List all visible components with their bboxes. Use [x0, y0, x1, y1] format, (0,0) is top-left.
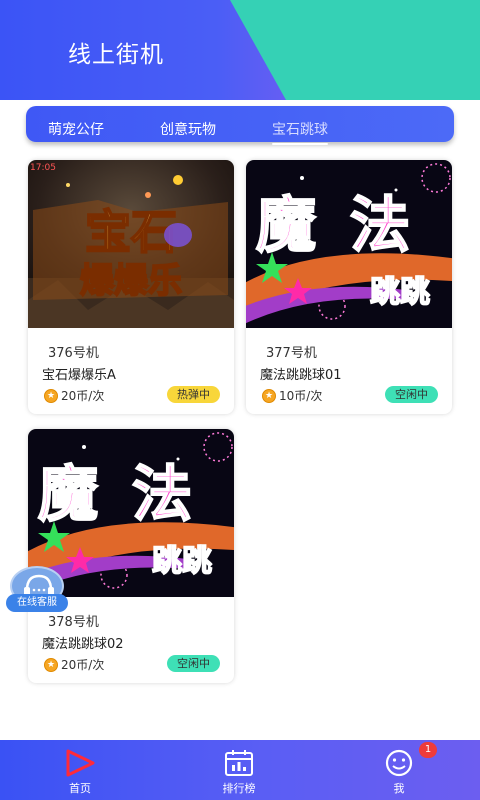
machine-name: 魔法跳跳球02 [42, 637, 124, 652]
thumb-text-magic2: 法 [350, 191, 410, 261]
thumb-timestamp: 17:05 [30, 163, 56, 173]
nav-home-label: 首页 [69, 782, 91, 795]
price-text: 10币/次 [279, 389, 323, 403]
machine-thumbnail: 宝石 爆爆乐 17:05 [28, 160, 234, 328]
machine-number: 376号机 [48, 346, 99, 361]
machine-number: 377号机 [266, 346, 317, 361]
nav-ranking-label: 排行榜 [222, 782, 256, 795]
header-bar: 线上街机 [0, 0, 480, 100]
page-title: 线上街机 [68, 42, 164, 68]
notification-badge: 1 [419, 742, 437, 758]
price-text: 20币/次 [61, 658, 105, 672]
tab-gem-ball[interactable]: 宝石跳球 [272, 119, 328, 145]
tab-creative-toys[interactable]: 创意玩物 [160, 119, 216, 139]
price-text: 20币/次 [61, 389, 105, 403]
machine-card[interactable]: 魔 法 跳跳 377号机 魔法跳跳球01 ★ 10币/次 空闲中 [246, 160, 452, 414]
coin-icon: ★ [262, 388, 276, 403]
machine-price: ★ 10币/次 [262, 387, 322, 404]
machine-name: 宝石爆爆乐A [42, 368, 116, 383]
bottom-nav: 首页 排行榜 我 [0, 740, 480, 800]
active-tab-indicator [272, 143, 328, 145]
coin-icon: ★ [44, 657, 58, 672]
thumb-text-jump: 跳跳 [152, 544, 212, 579]
machine-card[interactable]: 宝石 爆爆乐 17:05 376号机 宝石爆爆乐A ★ 20币/次 热弹中 [28, 160, 234, 414]
thumb-text-burst: 爆爆乐 [80, 261, 182, 301]
machine-price: ★ 20币/次 [44, 656, 104, 673]
service-label: 在线客服 [6, 594, 68, 612]
play-triangle-icon [66, 749, 95, 777]
thumb-text-magic1: 魔 [38, 460, 98, 530]
header-teal-shape [230, 0, 480, 100]
status-badge: 热弹中 [167, 386, 220, 403]
thumb-text-magic1: 魔 [256, 191, 316, 261]
nav-home[interactable]: 首页 [40, 746, 120, 796]
status-badge: 空闲中 [167, 655, 220, 672]
smiley-icon [385, 749, 413, 777]
coin-icon: ★ [44, 388, 58, 403]
online-service-button[interactable]: 在线客服 [6, 566, 68, 614]
machine-card[interactable]: 魔 法 跳跳 378号机 魔法跳跳球02 ★ 20币/次 空闲中 [28, 429, 234, 683]
nav-me-label: 我 [393, 782, 405, 795]
category-tabs: 萌宠公仔 创意玩物 宝石跳球 [26, 106, 454, 145]
tab-cute-dolls[interactable]: 萌宠公仔 [48, 119, 104, 139]
nav-ranking[interactable]: 排行榜 [199, 746, 279, 796]
machine-price: ★ 20币/次 [44, 387, 104, 404]
thumb-text-jump: 跳跳 [370, 275, 430, 310]
thumb-text-gem: 宝石 [85, 205, 177, 259]
calendar-chart-icon [225, 750, 253, 776]
thumb-text-magic2: 法 [132, 460, 192, 530]
machine-name: 魔法跳跳球01 [260, 368, 342, 383]
tab-gem-ball-label: 宝石跳球 [272, 122, 328, 138]
machine-thumbnail: 魔 法 跳跳 [246, 160, 452, 328]
status-badge: 空闲中 [385, 386, 438, 403]
